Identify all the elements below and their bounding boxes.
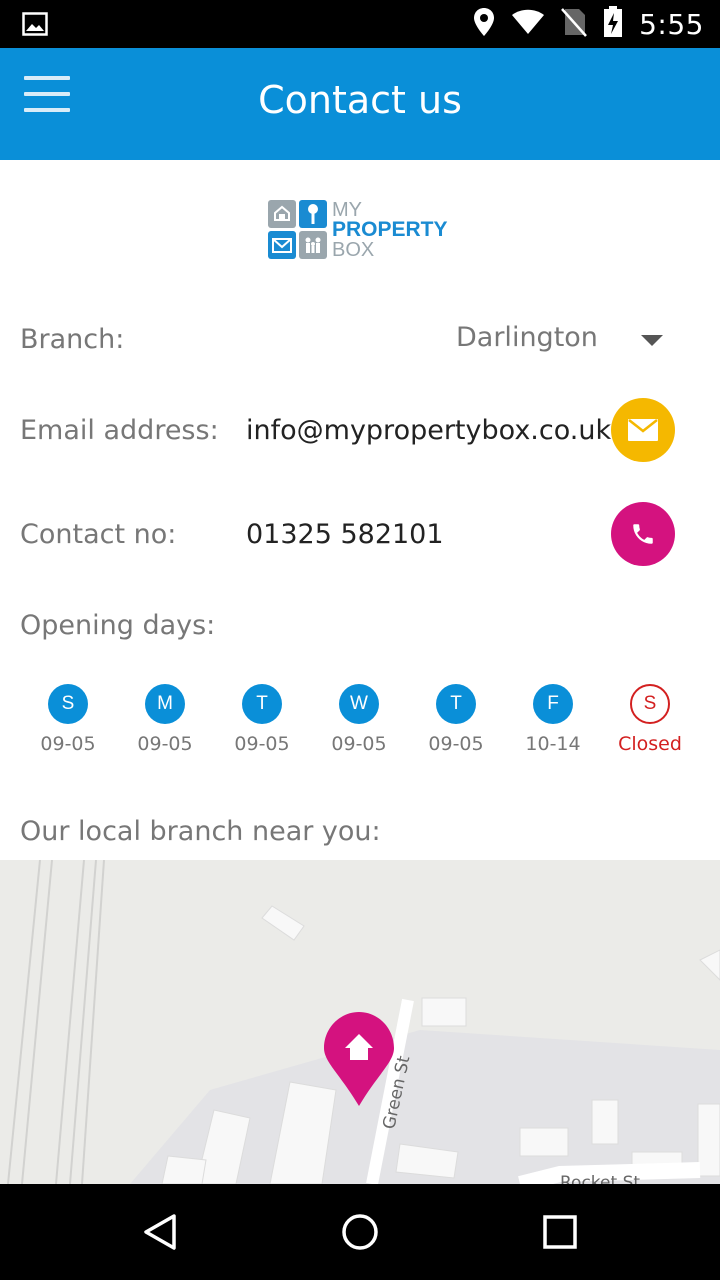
day-hours: 10-14 <box>525 733 581 755</box>
branch-selected-value: Darlington <box>456 322 598 353</box>
day-letter: F <box>533 684 573 724</box>
my-property-box-logo: MY PROPERTY BOX <box>268 200 468 262</box>
email-value: info@mypropertybox.co.uk <box>246 415 612 446</box>
no-sim-icon <box>561 7 588 42</box>
day-letter: M <box>145 684 185 724</box>
day-item: T 09-05 <box>217 684 307 755</box>
logo-text-box: BOX <box>332 239 375 261</box>
phone-icon <box>633 524 653 544</box>
email-button[interactable] <box>611 398 675 462</box>
branch-label: Branch: <box>20 324 125 355</box>
map-canvas: Green St Rocket St <box>0 860 720 1184</box>
contact-value: 01325 582101 <box>246 519 444 550</box>
day-item: F 10-14 <box>508 684 598 755</box>
day-item: M 09-05 <box>120 684 210 755</box>
key-tile-icon <box>299 200 327 228</box>
dropdown-arrow-icon <box>641 335 663 346</box>
opening-days-label: Opening days: <box>20 610 216 641</box>
battery-charging-icon <box>603 5 623 43</box>
navigation-bar <box>0 1184 720 1280</box>
email-label: Email address: <box>20 415 219 446</box>
day-letter: T <box>436 684 476 724</box>
day-item: S 09-05 <box>23 684 113 755</box>
envelope-icon <box>628 419 658 441</box>
page-title: Contact us <box>258 78 462 122</box>
day-hours: 09-05 <box>331 733 387 755</box>
day-hours: 09-05 <box>137 733 193 755</box>
day-item-closed: S Closed <box>605 684 695 755</box>
day-letter: W <box>339 684 379 724</box>
app-bar: Contact us <box>0 48 720 160</box>
contact-label: Contact no: <box>20 519 177 550</box>
wifi-icon <box>511 9 545 40</box>
status-time: 5:55 <box>639 7 704 41</box>
logo-text-my: MY <box>332 199 362 221</box>
branch-dropdown[interactable]: Darlington <box>456 322 676 362</box>
family-tile-icon <box>299 231 327 259</box>
day-letter: S <box>630 684 670 724</box>
mail-tile-icon <box>268 231 296 259</box>
day-letter: T <box>242 684 282 724</box>
day-hours: 09-05 <box>40 733 96 755</box>
logo-text-property: PROPERTY <box>332 218 448 241</box>
branch-map[interactable]: Green St Rocket St <box>0 860 720 1184</box>
recents-icon[interactable] <box>536 1208 584 1256</box>
day-letter: S <box>48 684 88 724</box>
day-hours: 09-05 <box>428 733 484 755</box>
location-icon <box>473 7 495 42</box>
opening-days-list: S 09-05 M 09-05 T 09-05 W 09-05 T 09-05 … <box>0 684 720 764</box>
day-hours: 09-05 <box>234 733 290 755</box>
back-icon[interactable] <box>136 1208 184 1256</box>
map-heading: Our local branch near you: <box>20 816 381 847</box>
day-item: W 09-05 <box>314 684 404 755</box>
image-icon <box>22 12 48 36</box>
status-bar: 5:55 <box>0 0 720 48</box>
street-label-rocket-st: Rocket St <box>560 1173 640 1184</box>
day-hours: Closed <box>618 733 682 755</box>
home-icon[interactable] <box>336 1208 384 1256</box>
call-button[interactable] <box>611 502 675 566</box>
house-tile-icon <box>268 200 296 228</box>
day-item: T 09-05 <box>411 684 501 755</box>
